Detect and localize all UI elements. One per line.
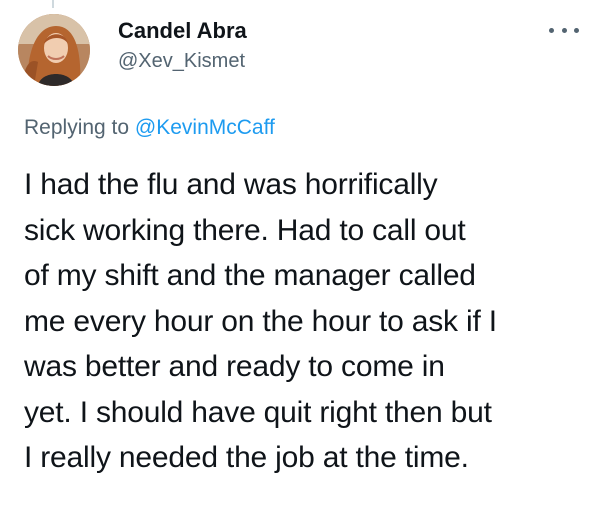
avatar[interactable] <box>18 14 90 86</box>
tweet-text: I had the flu and was horrifically sick … <box>24 168 497 474</box>
user-handle[interactable]: @Xev_Kismet <box>118 50 245 73</box>
more-dot <box>549 27 554 33</box>
tweet-card: Candel Abra @Xev_Kismet Replying to @Kev… <box>0 0 599 509</box>
replying-to-label: Replying to <box>24 116 135 139</box>
reply-mention-link[interactable]: @KevinMcCaff <box>135 116 275 139</box>
replying-to-line: Replying to @KevinMcCaff <box>24 116 275 140</box>
more-dot <box>574 27 579 33</box>
thread-connector-line <box>52 0 54 8</box>
display-name[interactable]: Candel Abra <box>118 18 247 44</box>
more-dot <box>561 27 567 33</box>
more-icon[interactable] <box>549 18 579 42</box>
avatar-image <box>18 14 90 86</box>
